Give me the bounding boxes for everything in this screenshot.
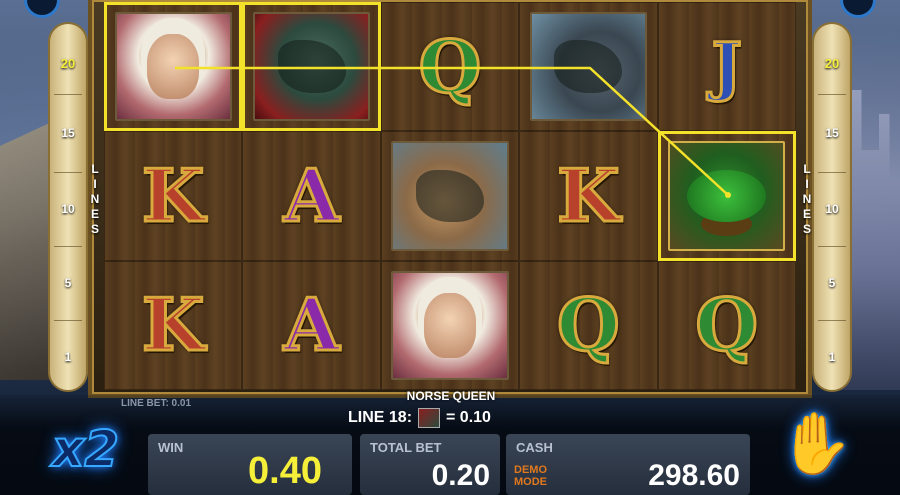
reel-cell xyxy=(242,2,381,132)
demo-mode-label: DEMO MODE xyxy=(514,464,547,488)
reel-cell: Q xyxy=(519,260,658,390)
line-divider xyxy=(818,320,846,321)
ram-icon xyxy=(416,169,484,223)
line-divider xyxy=(54,172,82,173)
win-panel: WIN 0.40 xyxy=(148,434,352,495)
line-number-10[interactable]: 10 xyxy=(50,202,86,216)
lines-label-left: LINES xyxy=(90,162,100,236)
game-title: NORSE QUEEN xyxy=(406,389,496,403)
lines-label-right: LINES xyxy=(802,162,812,236)
dragon-symbol xyxy=(252,11,371,122)
letter-q-symbol: Q xyxy=(417,23,483,109)
tree-symbol xyxy=(668,141,786,251)
letter-q-symbol: Q xyxy=(694,282,760,368)
letter-k-symbol: K xyxy=(140,152,206,238)
line-win-value: = 0.10 xyxy=(446,409,491,426)
letter-j-symbol: J xyxy=(710,28,743,104)
line-divider xyxy=(54,320,82,321)
line-win-info: LINE 18: = 0.10 xyxy=(348,408,491,428)
total-bet-panel[interactable]: TOTAL BET 0.20 xyxy=(360,434,500,495)
reel-grid: QJKAKKAQQ xyxy=(104,2,796,390)
dragon-icon xyxy=(277,40,346,94)
reel-cell xyxy=(657,131,796,261)
lines-bar-right: 20 15 10 5 1 xyxy=(812,22,852,392)
ram-symbol xyxy=(391,141,509,251)
reel-cell: A xyxy=(242,131,381,261)
line-divider xyxy=(54,94,82,95)
letter-k-symbol: K xyxy=(556,152,622,238)
queen-symbol xyxy=(391,270,509,381)
queen-symbol xyxy=(114,11,232,122)
elk-icon xyxy=(554,40,623,94)
reel-cell xyxy=(380,260,520,390)
line-divider xyxy=(818,172,846,173)
line-number-1[interactable]: 1 xyxy=(814,350,850,364)
reel-cell: K xyxy=(104,260,243,390)
line-win-label: LINE 18: xyxy=(348,409,413,426)
total-bet-label: TOTAL BET xyxy=(370,440,442,455)
line-number-5[interactable]: 5 xyxy=(814,276,850,290)
tree-icon xyxy=(687,169,767,223)
reel-cell: K xyxy=(519,131,658,261)
reel-cell xyxy=(519,2,658,132)
letter-q-symbol: Q xyxy=(556,282,622,368)
reel-cell: J xyxy=(657,2,796,132)
reel-cell: A xyxy=(242,260,381,390)
reel-cell: Q xyxy=(657,260,796,390)
cash-panel: CASH DEMO MODE 298.60 xyxy=(506,434,750,495)
letter-a-symbol: A xyxy=(282,282,341,368)
reel-cell: Q xyxy=(380,2,520,132)
win-label: WIN xyxy=(158,440,184,455)
line-number-5[interactable]: 5 xyxy=(50,276,86,290)
multiplier-badge: x2 xyxy=(51,419,120,479)
line-divider xyxy=(54,246,82,247)
reel-cell xyxy=(104,2,243,132)
line-number-15[interactable]: 15 xyxy=(50,126,86,140)
line-divider xyxy=(818,246,846,247)
cash-label: CASH xyxy=(516,440,553,455)
win-value: 0.40 xyxy=(248,450,322,492)
hand-icon: ✋ xyxy=(778,409,855,478)
queen-icon xyxy=(423,292,477,359)
letter-k-symbol: K xyxy=(140,282,206,368)
letter-a-symbol: A xyxy=(282,152,341,238)
elk-symbol xyxy=(529,11,648,122)
line-number-10[interactable]: 10 xyxy=(814,202,850,216)
cash-value: 298.60 xyxy=(648,459,740,492)
line-number-15[interactable]: 15 xyxy=(814,126,850,140)
reel-cell xyxy=(380,131,520,261)
line-bet-label: LINE BET: 0.01 xyxy=(121,398,192,409)
total-bet-value: 0.20 xyxy=(431,459,490,492)
line-divider xyxy=(818,94,846,95)
lines-bar-left: 20 15 10 5 1 xyxy=(48,22,88,392)
queen-icon xyxy=(147,33,200,100)
line-number-20[interactable]: 20 xyxy=(814,56,850,71)
mini-dragon-icon xyxy=(418,408,441,428)
reel-cell: K xyxy=(104,131,243,261)
line-number-1[interactable]: 1 xyxy=(50,350,86,364)
spin-button[interactable]: ✋ xyxy=(776,403,856,483)
line-number-20[interactable]: 20 xyxy=(50,56,86,71)
